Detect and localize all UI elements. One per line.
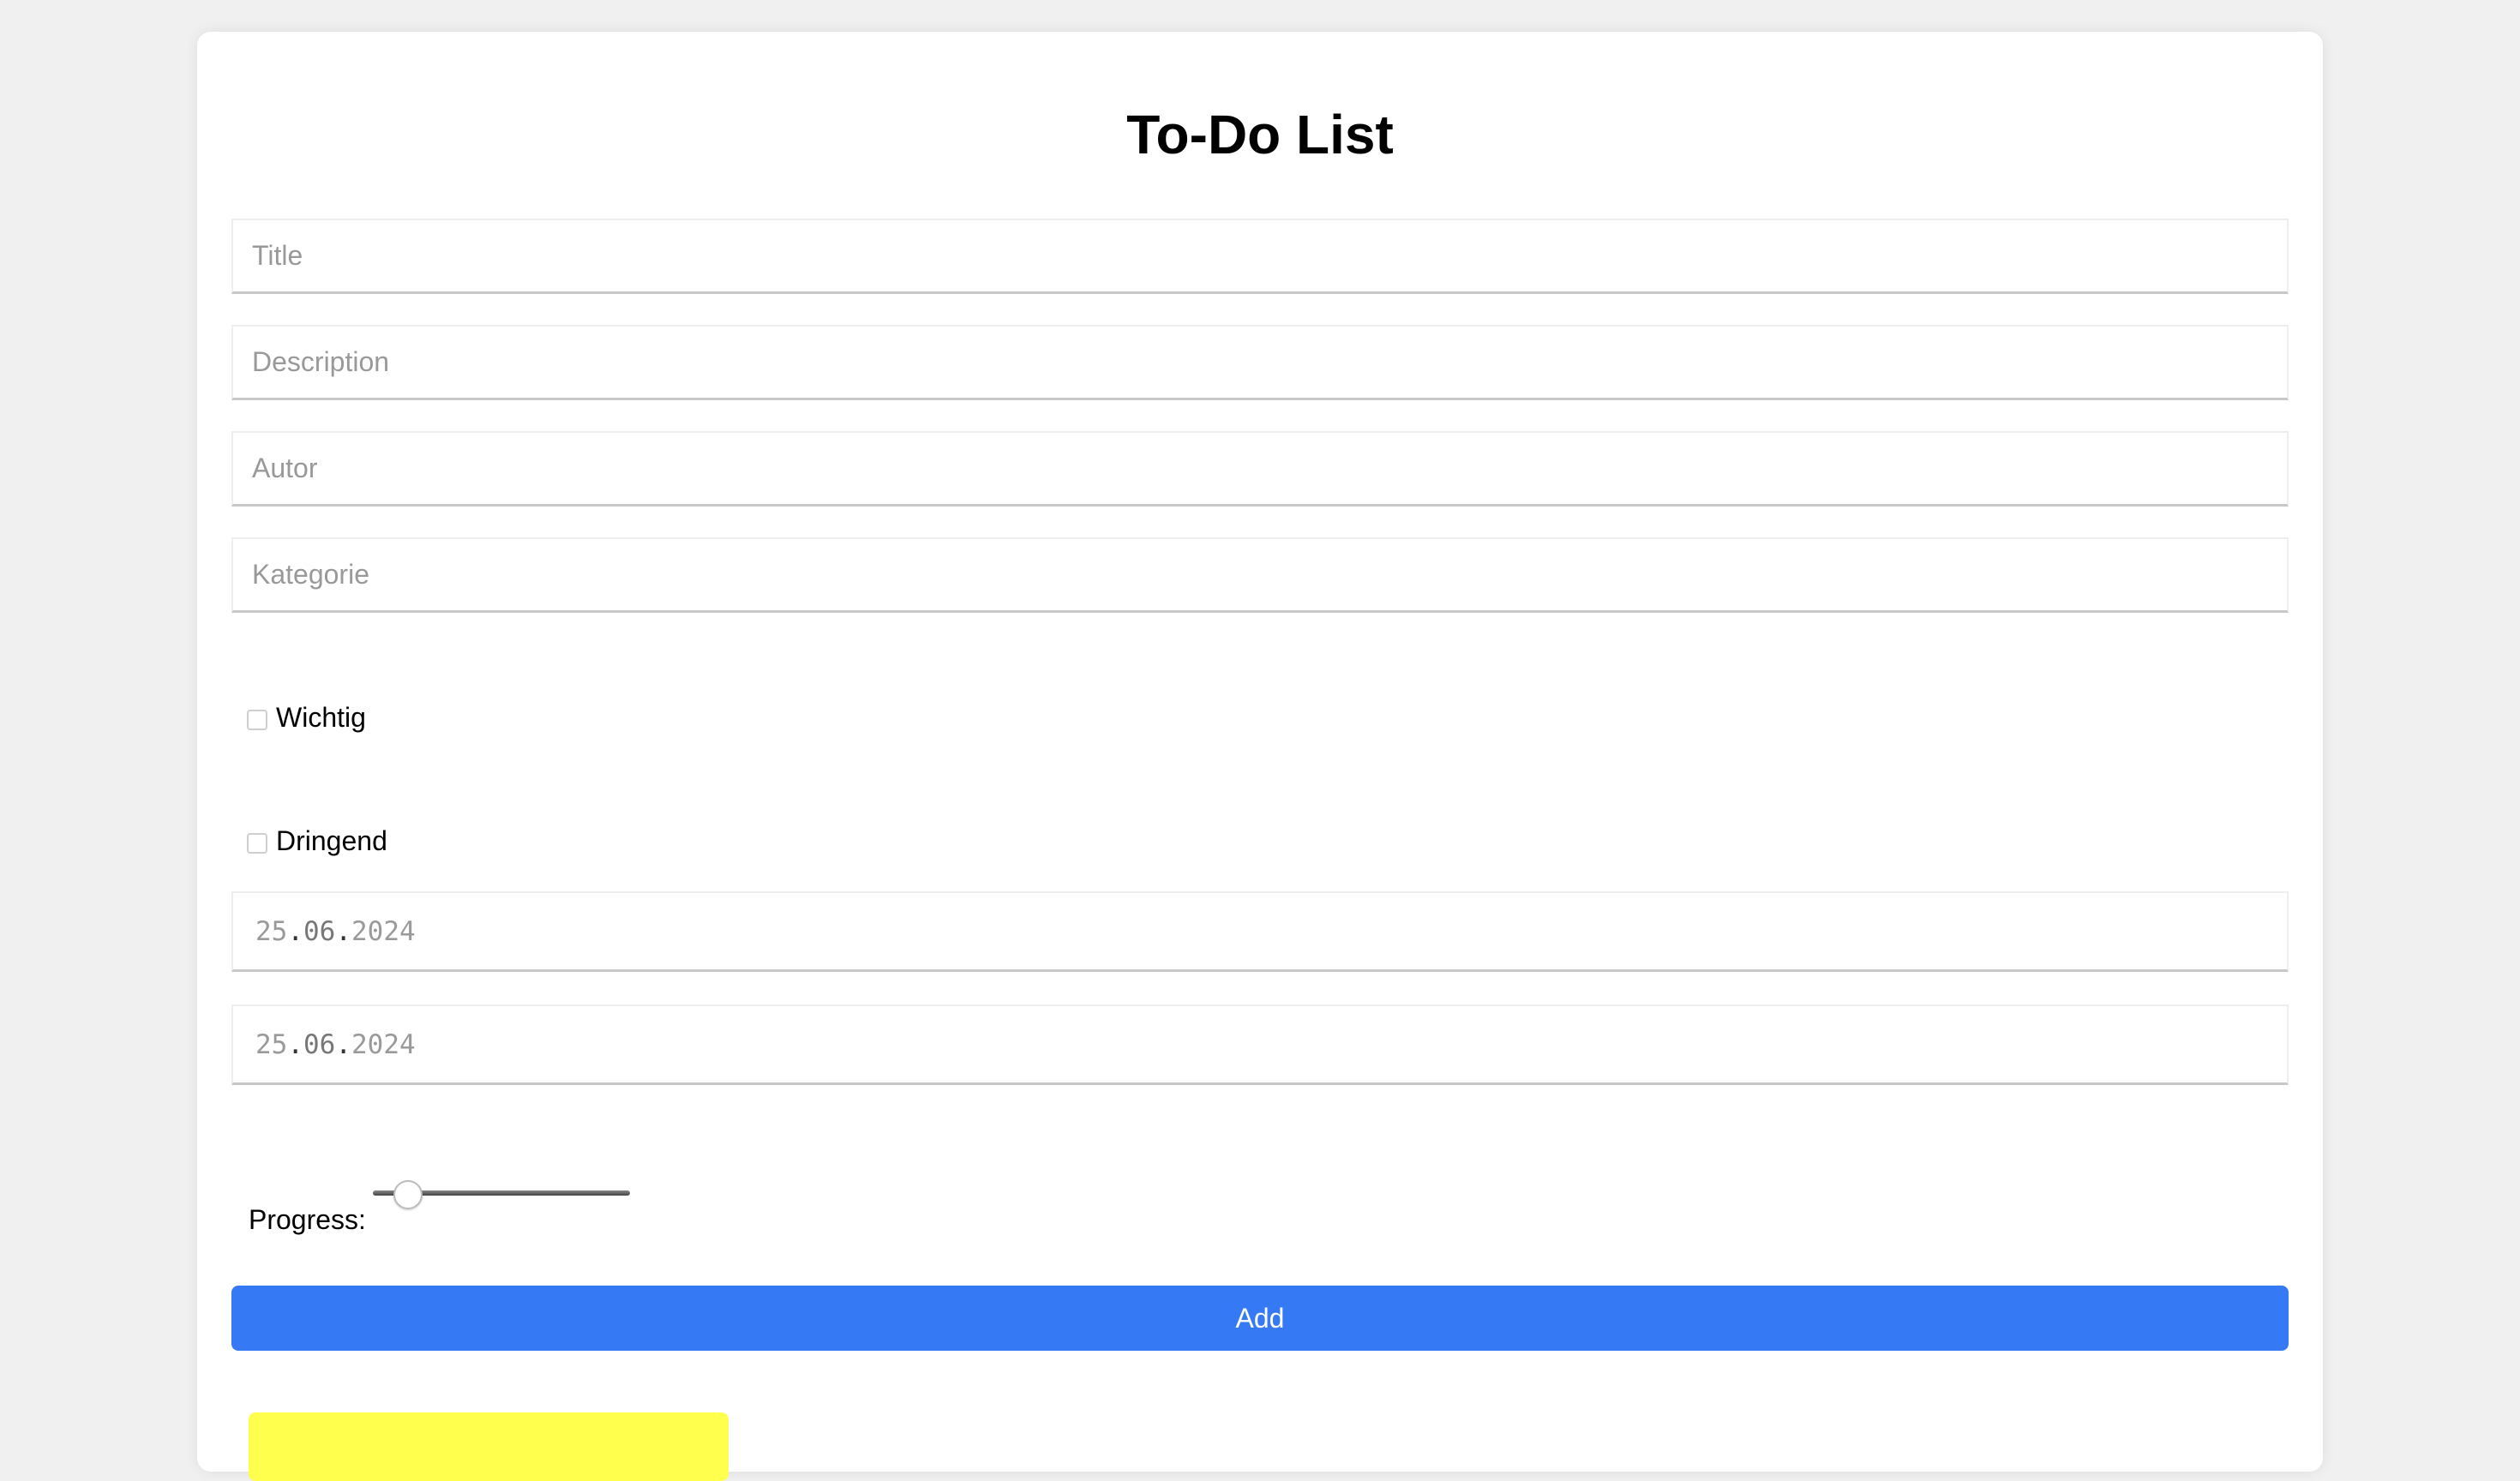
category-input[interactable]: Kategorie <box>231 537 2289 613</box>
progress-label: Progress: <box>249 1204 366 1235</box>
description-input-placeholder: Description <box>252 346 390 377</box>
title-input[interactable]: Title <box>231 219 2289 294</box>
important-option[interactable]: Wichtig <box>247 702 366 734</box>
start-date-day[interactable]: 25 <box>255 916 287 947</box>
important-label: Wichtig <box>276 702 366 733</box>
start-date-input[interactable]: 25. 06. 2024 <box>231 891 2289 972</box>
progress-slider[interactable] <box>373 1180 630 1209</box>
page-title: To-Do List <box>1126 104 1394 165</box>
date-separator: . <box>287 915 303 947</box>
todo-note-card[interactable] <box>249 1412 729 1481</box>
end-date-input[interactable]: 25. 06. 2024 <box>231 1004 2289 1085</box>
urgent-label: Dringend <box>276 825 387 856</box>
start-date-year[interactable]: 2024 <box>351 916 416 947</box>
date-separator: . <box>287 1028 303 1060</box>
end-date-year[interactable]: 2024 <box>351 1029 416 1060</box>
author-input-placeholder: Autor <box>252 453 318 483</box>
urgent-option[interactable]: Dringend <box>247 825 387 857</box>
end-date-month[interactable]: 06 <box>303 1029 335 1060</box>
description-input[interactable]: Description <box>231 325 2289 400</box>
date-separator: . <box>335 915 351 947</box>
urgent-checkbox[interactable] <box>247 832 267 854</box>
end-date-day[interactable]: 25 <box>255 1029 287 1060</box>
todo-card: To-Do List Title Description Autor Kateg… <box>197 32 2323 1481</box>
title-input-placeholder: Title <box>252 240 303 271</box>
start-date-month[interactable]: 06 <box>303 916 335 947</box>
important-checkbox[interactable] <box>247 709 267 730</box>
add-button[interactable]: Add <box>231 1286 2289 1351</box>
author-input[interactable]: Autor <box>231 431 2289 507</box>
category-input-placeholder: Kategorie <box>252 559 369 590</box>
progress-slider-thumb[interactable] <box>393 1180 423 1209</box>
date-separator: . <box>335 1028 351 1060</box>
